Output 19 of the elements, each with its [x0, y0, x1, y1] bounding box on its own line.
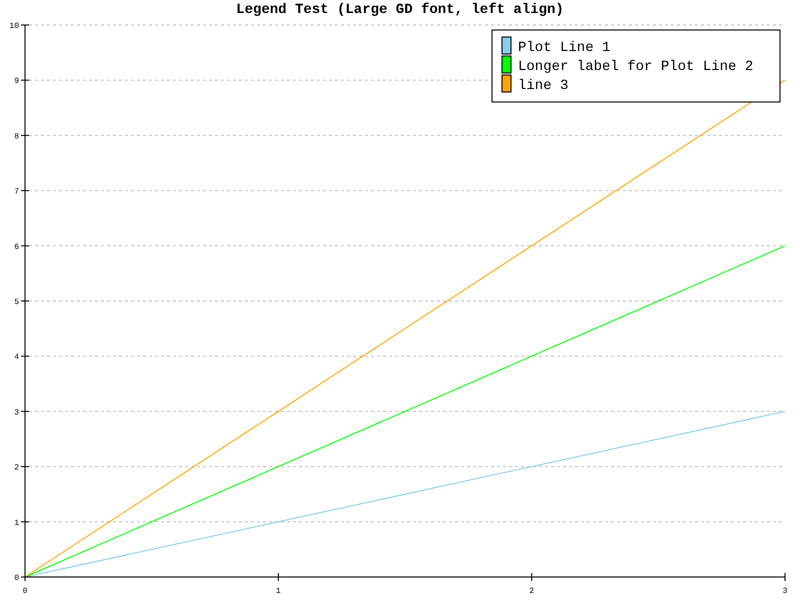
- axis-tick-label: 7: [14, 188, 19, 197]
- axis-tick-label: 9: [14, 77, 19, 86]
- axis-tick-label: 1: [14, 518, 19, 528]
- axis-tick-label: 3: [782, 587, 788, 596]
- axis-tick-label: 3: [14, 408, 19, 418]
- axis-tick-label: 0: [22, 587, 28, 596]
- axis-tick-label: 10: [9, 22, 19, 31]
- chart-title: Legend Test (Large GD font, left align): [236, 2, 564, 18]
- axis-tick-label: 8: [14, 132, 19, 142]
- axis-tick-label: 2: [14, 464, 19, 473]
- axis-tick-label: 6: [14, 242, 19, 252]
- axis-tick-label: 4: [14, 353, 19, 362]
- legend-label: Plot Line 1: [518, 40, 610, 56]
- axis-tick-label: 5: [14, 298, 19, 307]
- legend-label: line 3: [518, 78, 568, 94]
- axis-tick-label: 0: [14, 574, 19, 583]
- axis-tick-label: 2: [529, 587, 534, 596]
- legend-label: Longer label for Plot Line 2: [518, 59, 754, 75]
- axis-tick-label: 1: [276, 587, 281, 596]
